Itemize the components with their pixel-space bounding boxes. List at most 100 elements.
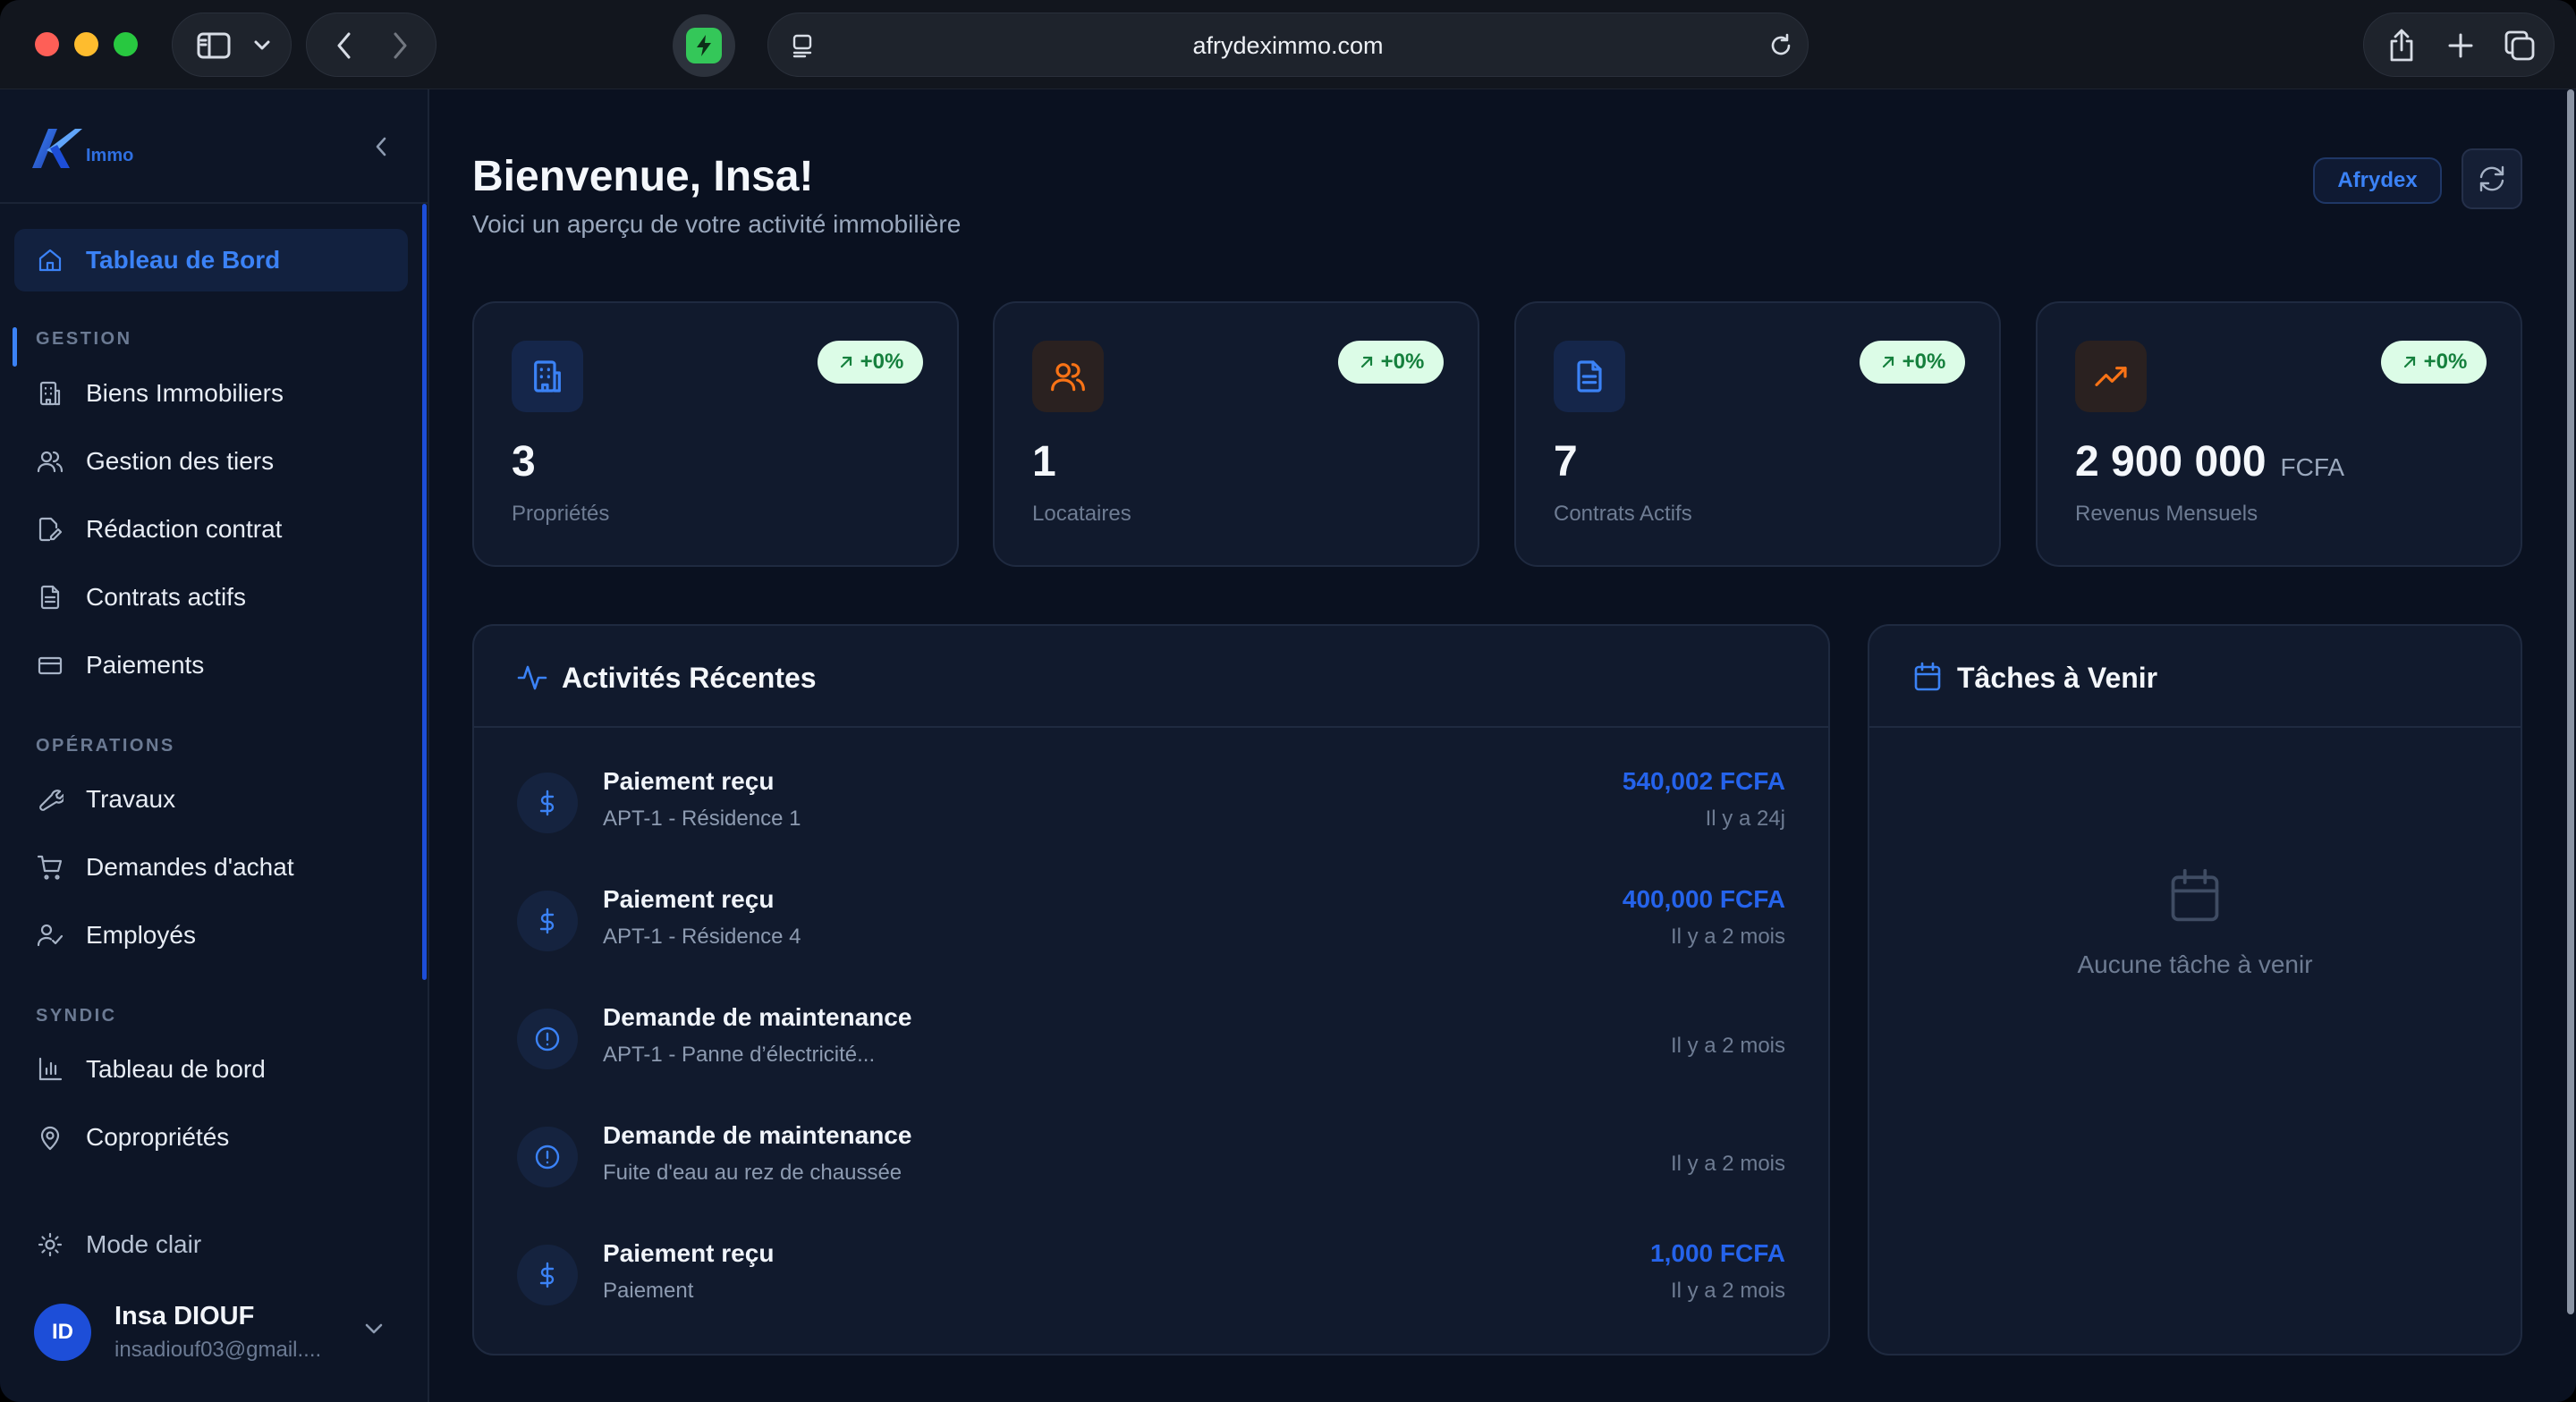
- calendar-icon: [2171, 868, 2219, 922]
- refresh-button[interactable]: [2462, 148, 2522, 209]
- activity-icon: [517, 665, 547, 690]
- close-window-button[interactable]: [35, 32, 59, 56]
- nav-redaction-contrat[interactable]: Rédaction contrat: [14, 498, 408, 561]
- section-label-syndic: SYNDIC: [36, 1006, 117, 1026]
- activity-row[interactable]: Paiement reçu Paiement 1,000 FCFA Il y a…: [474, 1223, 1830, 1339]
- page-subtitle: Voici un aperçu de votre activité immobi…: [472, 210, 962, 238]
- activity-time: Il y a 2 mois: [1670, 925, 1785, 949]
- activity-subtitle: APT-1 - Résidence 4: [603, 925, 801, 949]
- empty-state: Aucune tâche à venir: [1869, 867, 2521, 979]
- sun-icon: [36, 1230, 64, 1259]
- user-check-icon: [36, 921, 64, 950]
- activity-amount: 400,000 FCFA: [1622, 885, 1785, 913]
- back-icon[interactable]: [318, 13, 371, 78]
- sidebar-toggle-icon[interactable]: [187, 13, 241, 78]
- chevron-down-icon[interactable]: [361, 1318, 386, 1344]
- credit-card-icon: [36, 651, 64, 680]
- nav-label: Employés: [86, 921, 196, 949]
- tab-overview-icon[interactable]: [2491, 13, 2548, 78]
- user-email: insadiouf03@gmail....: [114, 1338, 322, 1362]
- stat-label: Propriétés: [512, 502, 610, 526]
- nav-travaux[interactable]: Travaux: [14, 768, 408, 831]
- activity-amount: 540,002 FCFA: [1622, 767, 1785, 795]
- activity-title: Demande de maintenance: [603, 1003, 912, 1031]
- activity-subtitle: Paiement: [603, 1279, 694, 1303]
- new-tab-icon[interactable]: [2432, 13, 2489, 78]
- sidebar-header: Immo: [0, 89, 428, 204]
- extension-button[interactable]: [673, 14, 735, 77]
- main-scrollbar[interactable]: [2567, 89, 2574, 1314]
- app-logo[interactable]: Immo: [29, 125, 133, 170]
- nav-label: Travaux: [86, 785, 176, 813]
- activity-title: Paiement reçu: [603, 1239, 775, 1267]
- bar-chart-icon: [36, 1055, 64, 1084]
- edit-document-icon: [36, 515, 64, 544]
- user-name: Insa DIOUF: [114, 1302, 255, 1330]
- stat-value: 3: [512, 438, 536, 486]
- building-icon: [36, 379, 64, 408]
- nav-biens-immobiliers[interactable]: Biens Immobiliers: [14, 362, 408, 425]
- stat-label: Contrats Actifs: [1554, 502, 1692, 526]
- sidebar-scrollbar[interactable]: [422, 204, 427, 980]
- window-actions-group: [2363, 13, 2555, 77]
- stat-label: Locataires: [1032, 502, 1131, 526]
- maximize-window-button[interactable]: [114, 32, 138, 56]
- stat-value: 7: [1554, 438, 1578, 486]
- activity-subtitle: APT-1 - Panne d’électricité...: [603, 1043, 876, 1067]
- refresh-icon: [2479, 165, 2504, 192]
- stat-card-locataires[interactable]: +0% 1 Locataires: [993, 301, 1479, 567]
- activity-title: Paiement reçu: [603, 767, 775, 795]
- trending-up-icon: [2075, 341, 2147, 412]
- url-text[interactable]: afrydeximmo.com: [768, 13, 1808, 78]
- sidebar-toggle-group: [172, 13, 292, 77]
- panel-header: Tâches à Venir: [1869, 626, 2521, 728]
- stat-unit: FCFA: [2280, 453, 2345, 481]
- arrow-up-right-icon: [2403, 356, 2415, 368]
- activity-title: Paiement reçu: [603, 885, 775, 913]
- user-menu[interactable]: ID Insa DIOUF insadiouf03@gmail....: [0, 1284, 428, 1373]
- nav-label: Rédaction contrat: [86, 515, 283, 543]
- nav-tableau-de-bord[interactable]: Tableau de Bord: [14, 229, 408, 291]
- activity-amount: 1,000 FCFA: [1650, 1239, 1785, 1267]
- document-icon: [1554, 341, 1625, 412]
- dollar-icon: [517, 1245, 578, 1305]
- nav-coproprietes[interactable]: Copropriétés: [14, 1106, 408, 1169]
- activity-row[interactable]: Demande de maintenance APT-1 - Panne d’é…: [474, 987, 1830, 1103]
- document-icon: [36, 583, 64, 612]
- chevron-down-icon[interactable]: [242, 13, 282, 78]
- activity-time: Il y a 2 mois: [1670, 1152, 1785, 1176]
- address-bar[interactable]: afrydeximmo.com: [767, 13, 1809, 77]
- users-icon: [36, 447, 64, 476]
- nav-syndic-tableau-de-bord[interactable]: Tableau de bord: [14, 1038, 408, 1101]
- activity-row[interactable]: Paiement reçu APT-1 - Résidence 1 540,00…: [474, 751, 1830, 867]
- panel-title: Tâches à Venir: [1957, 662, 2158, 694]
- minimize-window-button[interactable]: [74, 32, 98, 56]
- stat-value: 1: [1032, 438, 1056, 486]
- nav-label: Demandes d'achat: [86, 853, 294, 881]
- arrow-up-right-icon: [1360, 356, 1372, 368]
- stat-card-proprietes[interactable]: +0% 3 Propriétés: [472, 301, 959, 567]
- forward-icon[interactable]: [373, 13, 427, 78]
- alert-circle-icon: [517, 1009, 578, 1069]
- theme-toggle-button[interactable]: Mode clair: [14, 1213, 408, 1276]
- stat-card-revenus-mensuels[interactable]: +0% 2 900 000 FCFA Revenus Mensuels: [2036, 301, 2522, 567]
- nav-label: Copropriétés: [86, 1123, 230, 1151]
- nav-gestion-des-tiers[interactable]: Gestion des tiers: [14, 430, 408, 493]
- activity-row[interactable]: Demande de maintenance Fuite d'eau au re…: [474, 1105, 1830, 1221]
- stat-card-contrats-actifs[interactable]: +0% 7 Contrats Actifs: [1514, 301, 2001, 567]
- nav-label: Biens Immobiliers: [86, 379, 284, 407]
- organization-badge[interactable]: Afrydex: [2313, 157, 2442, 204]
- navigation-group: [306, 13, 436, 77]
- logo-mark-icon: [32, 129, 82, 168]
- nav-employes[interactable]: Employés: [14, 904, 408, 967]
- nav-paiements[interactable]: Paiements: [14, 634, 408, 697]
- reload-icon[interactable]: [1759, 13, 1802, 78]
- nav-label: Paiements: [86, 651, 205, 679]
- home-icon: [36, 246, 64, 274]
- building-icon: [512, 341, 583, 412]
- activity-row[interactable]: Paiement reçu APT-1 - Résidence 4 400,00…: [474, 869, 1830, 985]
- nav-demandes-achat[interactable]: Demandes d'achat: [14, 836, 408, 899]
- nav-contrats-actifs[interactable]: Contrats actifs: [14, 566, 408, 629]
- collapse-sidebar-button[interactable]: [367, 132, 395, 161]
- share-icon[interactable]: [2373, 13, 2430, 78]
